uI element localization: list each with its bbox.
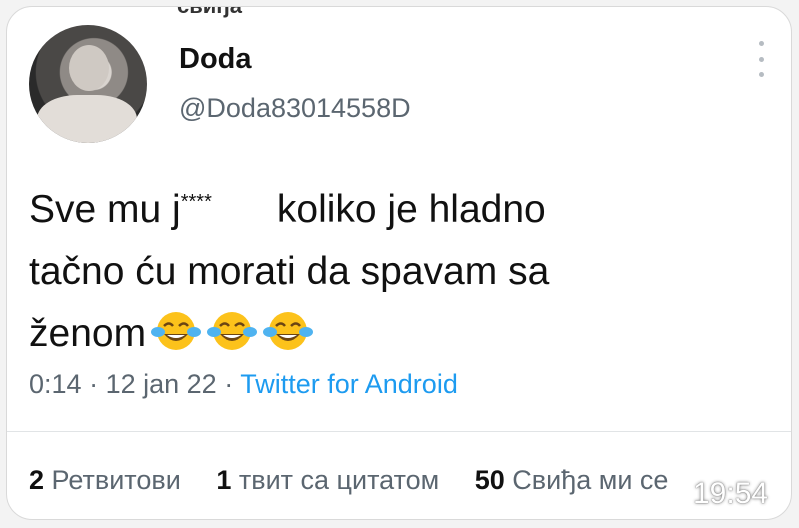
tears-of-joy-emoji [207, 312, 258, 350]
avatar[interactable] [29, 25, 147, 143]
engagement-stats: 2 Ретвитови 1 твит са цитатом 50 Свиђа м… [29, 465, 696, 496]
retweets-count: 2 [29, 465, 45, 495]
avatar-figure-body [37, 95, 137, 143]
likes-label: Свиђа ми се [512, 465, 669, 495]
tweet-card[interactable]: свиђа Doda @Doda83014558D Sve mu j**** k… [6, 6, 792, 520]
tweet-time[interactable]: 0:14 [29, 369, 82, 399]
tweet-source-link[interactable]: Twitter for Android [240, 369, 458, 399]
screenshot-frame: свиђа Doda @Doda83014558D Sve mu j**** k… [0, 0, 799, 528]
overlay-clock: 19:54 [693, 477, 769, 510]
quotes-label: твит са цитатом [238, 465, 440, 495]
tweet-text-part: Sve mu j [29, 188, 181, 231]
user-handle[interactable]: @Doda83014558D [179, 93, 411, 124]
dot [758, 41, 764, 46]
display-name[interactable]: Doda [179, 43, 252, 76]
avatar-figure-head [69, 45, 109, 91]
tears-of-joy-emoji [263, 312, 314, 350]
quotes-count: 1 [216, 465, 232, 495]
tweet-meta: 0:14 · 12 jan 22 · Twitter for Android [29, 369, 458, 400]
censored-stars: **** [180, 191, 212, 213]
divider [7, 431, 791, 432]
tweet-line-3: ženom [29, 303, 769, 365]
dot [758, 56, 764, 62]
tweet-line-1: Sve mu j**** koliko je hladno [29, 171, 769, 241]
likes-count: 50 [474, 465, 505, 495]
retweets-stat[interactable]: 2 Ретвитови [29, 465, 181, 495]
tweet-text-part: ženom [29, 312, 147, 355]
meta-separator: · [89, 369, 99, 399]
tweet-body: Sve mu j**** koliko je hladno tačno ću m… [29, 171, 769, 365]
tweet-line-2: tačno ću morati da spavam sa [29, 250, 550, 293]
likes-stat[interactable]: 50 Свиђа ми се [475, 465, 669, 495]
tweet-date[interactable]: 12 jan 22 [106, 369, 217, 399]
tweet-text-part: koliko je hladno [276, 188, 546, 231]
tears-of-joy-emoji [151, 312, 202, 350]
quotes-stat[interactable]: 1 твит са цитатом [216, 465, 439, 495]
cropped-header-text: свиђа [177, 7, 242, 19]
meta-separator: · [224, 369, 234, 399]
retweets-label: Ретвитови [51, 465, 181, 495]
dot [758, 72, 764, 77]
more-options-icon[interactable] [757, 41, 765, 77]
